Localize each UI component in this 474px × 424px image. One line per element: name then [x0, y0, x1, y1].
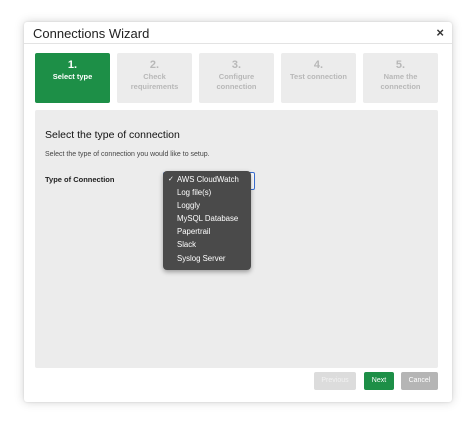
step-label: Select type — [52, 72, 93, 81]
close-icon[interactable]: × — [436, 25, 444, 41]
dropdown-option-slack[interactable]: Slack — [163, 238, 251, 251]
section-title: Select the type of connection — [45, 129, 180, 141]
step-name-connection[interactable]: 5. Name the connection — [363, 53, 438, 103]
option-label: Loggly — [177, 201, 200, 211]
content-panel: Select the type of connection Select the… — [35, 110, 438, 368]
dropdown-option-papertrail[interactable]: Papertrail — [163, 225, 251, 238]
option-label: Slack — [177, 240, 197, 250]
option-label: MySQL Database — [177, 214, 239, 224]
dropdown-option-syslog-server[interactable]: Syslog Server — [163, 252, 251, 265]
dropdown-option-loggly[interactable]: Loggly — [163, 199, 251, 212]
dropdown-option-mysql-database[interactable]: MySQL Database — [163, 212, 251, 225]
step-label: Configure connection — [216, 72, 257, 91]
step-number: 2. — [149, 59, 160, 71]
next-button[interactable]: Next — [364, 372, 394, 390]
step-check-requirements[interactable]: 2. Check requirements — [117, 53, 192, 103]
step-number: 4. — [313, 59, 324, 71]
dialog-footer: Previous Next Cancel — [24, 372, 452, 392]
previous-button[interactable]: Previous — [314, 372, 356, 390]
option-label: Papertrail — [177, 227, 211, 237]
option-label: AWS CloudWatch — [177, 175, 239, 184]
dropdown-option-log-files[interactable]: Log file(s) — [163, 186, 251, 199]
step-number: 5. — [395, 59, 406, 71]
step-label: Name the connection — [380, 72, 421, 91]
step-number: 1. — [67, 59, 78, 71]
option-label: Syslog Server — [177, 253, 226, 263]
connection-type-label: Type of Connection — [45, 175, 115, 184]
step-configure-connection[interactable]: 3. Configure connection — [199, 53, 274, 103]
step-number: 3. — [231, 59, 242, 71]
checkmark-icon: ✓ — [168, 176, 174, 183]
connections-wizard-dialog: Connections Wizard × 1. Select type 2. C… — [24, 22, 452, 402]
step-label: Test connection — [290, 72, 347, 81]
option-label: Log file(s) — [177, 188, 212, 198]
step-label: Check requirements — [130, 72, 179, 91]
step-select-type[interactable]: 1. Select type — [35, 53, 110, 103]
dropdown-option-aws-cloudwatch[interactable]: ✓ AWS CloudWatch — [163, 173, 251, 186]
cancel-button[interactable]: Cancel — [401, 372, 438, 390]
step-test-connection[interactable]: 4. Test connection — [281, 53, 356, 103]
connection-type-dropdown: ✓ AWS CloudWatch Log file(s) Loggly MySQ… — [163, 171, 251, 270]
section-description: Select the type of connection you would … — [45, 151, 210, 158]
title-divider — [24, 43, 452, 44]
dialog-title: Connections Wizard — [33, 26, 150, 41]
